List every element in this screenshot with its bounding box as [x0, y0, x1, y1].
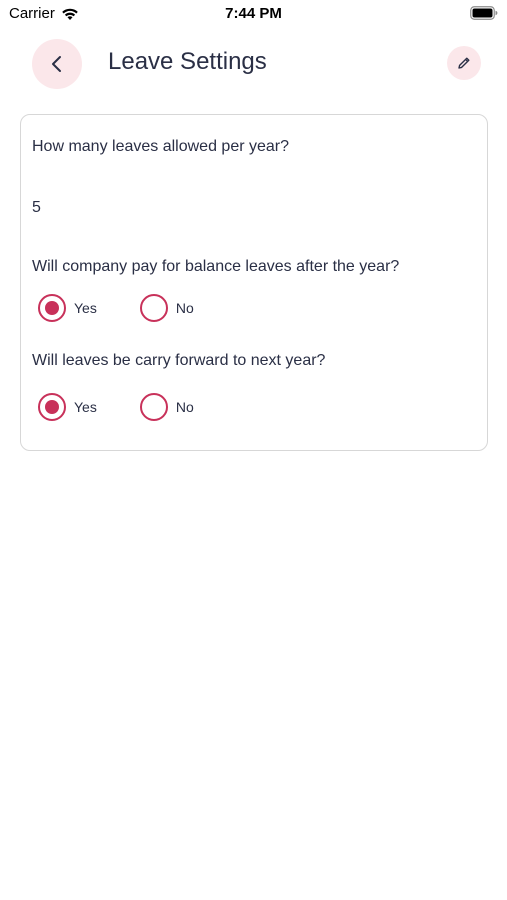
chevron-left-icon — [52, 56, 61, 72]
radio-label-yes: Yes — [74, 300, 97, 316]
radio-selected-icon — [38, 393, 66, 421]
carry-forward-no-radio[interactable]: No — [139, 393, 194, 421]
radio-unselected-icon — [139, 393, 168, 421]
leaves-per-year-label: How many leaves allowed per year? — [32, 138, 290, 155]
status-bar: Carrier 7:44 PM — [0, 0, 507, 28]
status-time: 7:44 PM — [225, 5, 282, 22]
leave-settings-card: How many leaves allowed per year? 5 Will… — [20, 114, 488, 451]
edit-button[interactable] — [447, 46, 481, 80]
radio-unselected-icon — [139, 294, 168, 322]
carry-forward-yes-radio[interactable]: Yes — [38, 393, 97, 421]
carry-forward-label: Will leaves be carry forward to next yea… — [32, 352, 326, 369]
pay-balance-yes-radio[interactable]: Yes — [38, 294, 97, 322]
pay-balance-label: Will company pay for balance leaves afte… — [32, 258, 400, 275]
radio-label-no: No — [175, 300, 194, 316]
radio-label-no: No — [175, 399, 194, 415]
leaves-per-year-value: 5 — [32, 199, 41, 216]
radio-selected-icon — [38, 294, 66, 322]
page-title: Leave Settings — [108, 48, 267, 75]
carry-forward-radio-group: Yes No — [38, 391, 194, 423]
pay-balance-no-radio[interactable]: No — [139, 294, 194, 322]
pay-balance-radio-group: Yes No — [38, 292, 194, 324]
back-button[interactable] — [32, 39, 82, 89]
pencil-icon — [458, 57, 470, 69]
radio-label-yes: Yes — [74, 399, 97, 415]
battery-icon — [470, 6, 498, 20]
